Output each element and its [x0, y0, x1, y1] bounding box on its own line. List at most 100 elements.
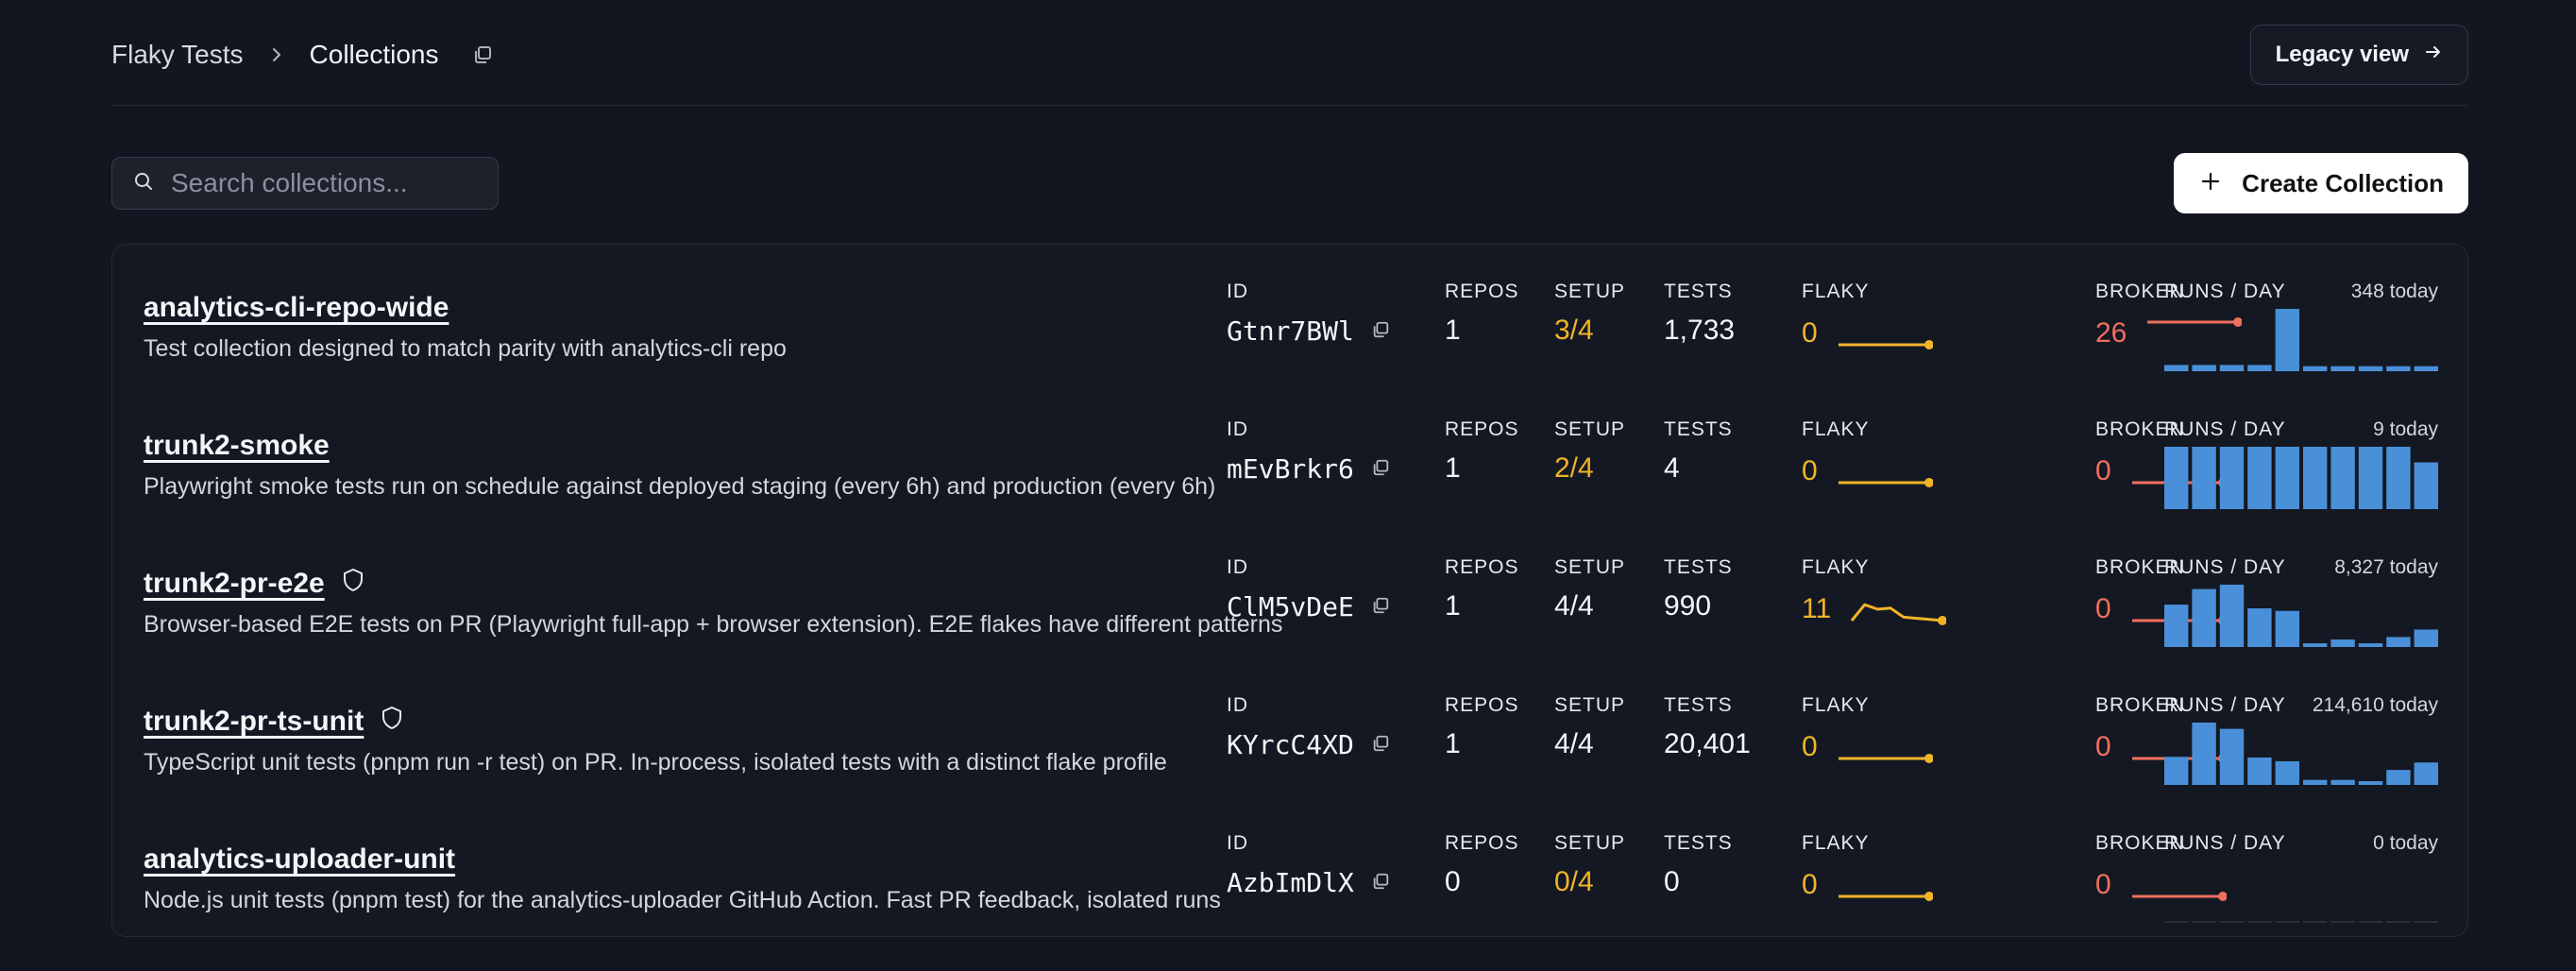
- collection-name-link[interactable]: analytics-cli-repo-wide: [144, 292, 449, 324]
- runs-per-day-chart: [2164, 860, 2438, 923]
- runs-label: RUNS / DAY: [2164, 832, 2286, 854]
- runs-bar-empty: [2414, 921, 2438, 923]
- collection-description: TypeScript unit tests (pnpm run -r test)…: [144, 749, 1167, 775]
- repos-count: 1: [1445, 315, 1461, 346]
- id-label: ID: [1227, 556, 1248, 578]
- copy-icon[interactable]: [1371, 590, 1390, 622]
- tests-column: TESTS 4: [1664, 418, 1733, 485]
- setup-value: 4/4: [1554, 728, 1625, 760]
- runs-bar: [2192, 588, 2216, 647]
- tests-column: TESTS 0: [1664, 832, 1733, 898]
- runs-bar: [2330, 639, 2355, 647]
- collection-name: analytics-cli-repo-wide: [144, 292, 449, 323]
- breadcrumb-flaky-tests[interactable]: Flaky Tests: [111, 40, 244, 70]
- runs-column: RUNS / DAY: [2164, 832, 2286, 855]
- runs-bar: [2247, 757, 2272, 785]
- runs-bar: [2414, 366, 2438, 371]
- id-label: ID: [1227, 418, 1248, 440]
- runs-today: 9 today: [2373, 418, 2438, 440]
- collection-id: KYrcC4XD: [1227, 728, 1354, 760]
- id-column: ID AzbImDlX: [1227, 832, 1390, 898]
- id-value-wrap: KYrcC4XD: [1227, 728, 1390, 760]
- flaky-sparkline: [1838, 754, 1933, 763]
- collection-name-link[interactable]: trunk2-smoke: [144, 430, 330, 462]
- repos-label: REPOS: [1445, 694, 1519, 716]
- legacy-view-button[interactable]: Legacy view: [2249, 24, 2468, 85]
- flaky-label: FLAKY: [1802, 832, 1870, 854]
- setup-label: SETUP: [1554, 418, 1626, 440]
- flaky-trend-dot: [1938, 616, 1947, 625]
- runs-bar-empty: [2192, 921, 2216, 923]
- search-input[interactable]: [171, 168, 473, 198]
- flaky-trend-dot: [1924, 892, 1933, 901]
- collection-name-link[interactable]: trunk2-pr-ts-unit: [144, 706, 403, 738]
- runs-bar: [2275, 610, 2299, 647]
- flaky-value: 0: [1802, 728, 1933, 766]
- chevron-right-icon: [268, 46, 285, 63]
- collection-name-link[interactable]: analytics-uploader-unit: [144, 843, 455, 876]
- copy-icon[interactable]: [1371, 452, 1390, 485]
- tests-value: 1,733: [1664, 315, 1735, 347]
- runs-bar: [2330, 779, 2355, 785]
- runs-bar: [2303, 447, 2328, 509]
- legacy-view-label: Legacy view: [2275, 41, 2409, 67]
- collection-row[interactable]: trunk2-pr-ts-unit TypeScript unit tests (…: [112, 672, 2469, 809]
- repos-column: REPOS 1: [1445, 556, 1519, 622]
- runs-per-day-chart: [2164, 585, 2438, 647]
- search-icon: [133, 171, 154, 196]
- setup-label: SETUP: [1554, 281, 1626, 302]
- repos-column: REPOS 1: [1445, 694, 1519, 760]
- runs-bar: [2247, 608, 2272, 647]
- setup-label: SETUP: [1554, 556, 1626, 578]
- runs-bar: [2358, 366, 2383, 371]
- shield-icon: [381, 706, 403, 738]
- runs-bar: [2414, 762, 2438, 785]
- runs-bar: [2164, 605, 2189, 647]
- collection-row[interactable]: analytics-uploader-unit Node.js unit test…: [112, 809, 2469, 947]
- collection-row[interactable]: trunk2-smoke Playwright smoke tests run o…: [112, 396, 2469, 534]
- repos-column: REPOS 1: [1445, 418, 1519, 485]
- copy-icon[interactable]: [1371, 866, 1390, 898]
- id-label: ID: [1227, 281, 1248, 302]
- runs-bar: [2247, 447, 2272, 509]
- tests-count: 4: [1664, 452, 1680, 484]
- setup-count: 3/4: [1554, 315, 1594, 346]
- collection-row[interactable]: analytics-cli-repo-wide Test collection d…: [112, 258, 2469, 396]
- runs-column: RUNS / DAY: [2164, 556, 2286, 579]
- runs-bar-empty: [2275, 921, 2299, 923]
- repos-label: REPOS: [1445, 832, 1519, 854]
- id-column: ID ClM5vDeE: [1227, 556, 1390, 622]
- arrow-right-icon: [2424, 42, 2443, 68]
- setup-label: SETUP: [1554, 694, 1626, 716]
- collection-row[interactable]: trunk2-pr-e2e Browser-based E2E tests on …: [112, 534, 2469, 672]
- flaky-value: 0: [1802, 866, 1933, 904]
- copy-icon[interactable]: [1371, 315, 1390, 347]
- tests-label: TESTS: [1664, 832, 1733, 854]
- repos-value: 1: [1445, 728, 1519, 760]
- setup-value: 3/4: [1554, 315, 1625, 347]
- copy-icon[interactable]: [1371, 728, 1390, 760]
- copy-icon[interactable]: [472, 44, 493, 65]
- tests-label: TESTS: [1664, 281, 1733, 302]
- runs-bar-empty: [2330, 921, 2355, 923]
- flaky-sparkline: [1838, 892, 1933, 901]
- runs-bar: [2219, 447, 2245, 509]
- runs-bar: [2386, 366, 2411, 371]
- tests-count: 20,401: [1664, 728, 1751, 759]
- setup-column: SETUP 0/4: [1554, 832, 1625, 898]
- page-header: Flaky Tests Collections Legacy view: [111, 24, 2468, 106]
- runs-bar: [2164, 365, 2189, 371]
- id-column: ID mEvBrkr6: [1227, 418, 1390, 485]
- create-collection-button[interactable]: Create Collection: [2174, 153, 2468, 213]
- runs-bar: [2275, 309, 2299, 371]
- setup-column: SETUP 4/4: [1554, 694, 1625, 760]
- runs-label: RUNS / DAY: [2164, 556, 2286, 578]
- runs-bar: [2164, 447, 2189, 509]
- repos-label: REPOS: [1445, 281, 1519, 302]
- collection-name: trunk2-pr-ts-unit: [144, 706, 364, 737]
- collection-name-link[interactable]: trunk2-pr-e2e: [144, 568, 364, 600]
- flaky-column: FLAKY 0: [1802, 694, 1933, 766]
- runs-bar: [2192, 723, 2216, 785]
- runs-bar: [2358, 781, 2383, 785]
- flaky-count: 0: [1802, 869, 1818, 900]
